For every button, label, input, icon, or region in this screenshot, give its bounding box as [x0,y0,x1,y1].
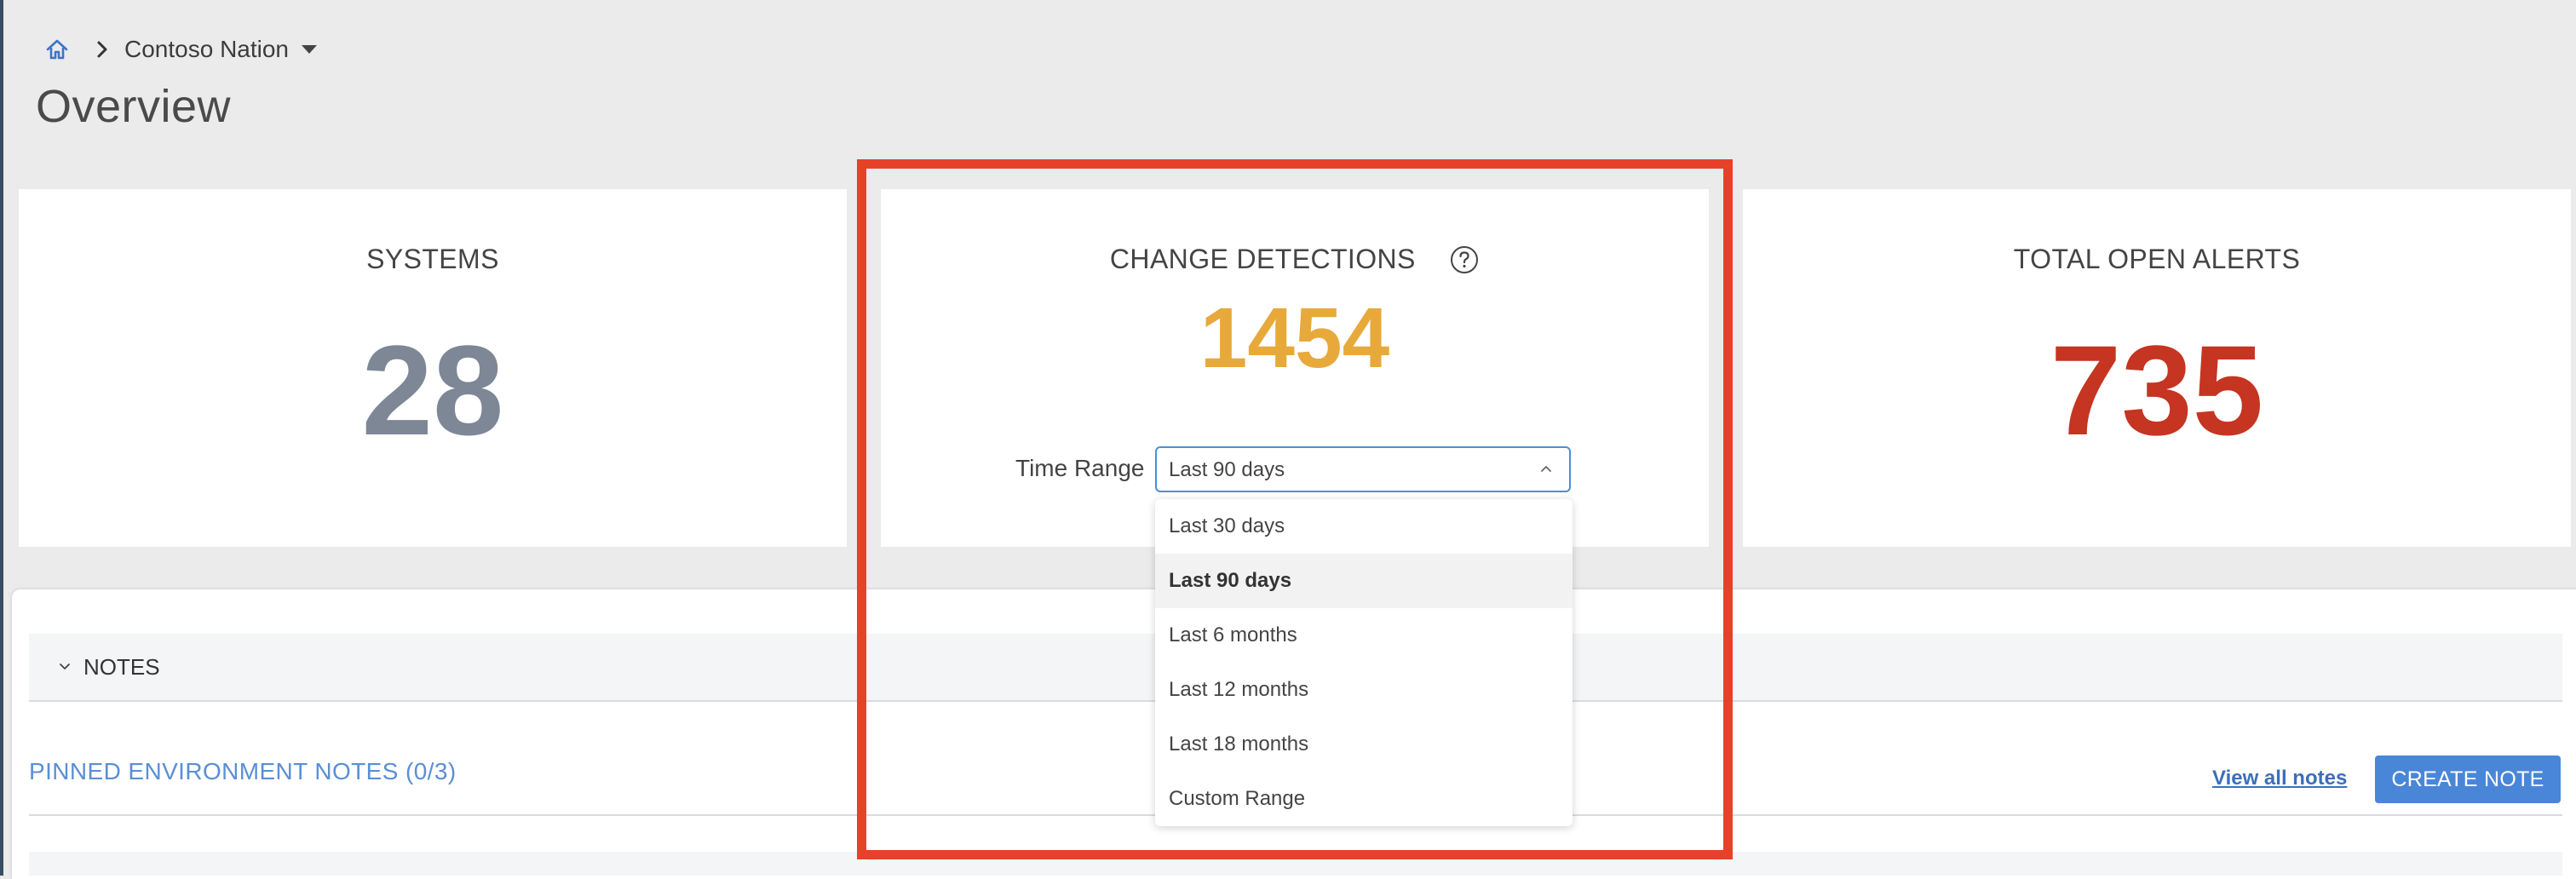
home-icon[interactable] [43,35,72,64]
alerts-count: 735 [2050,319,2264,462]
notes-label: NOTES [83,654,160,680]
breadcrumb-current[interactable]: Contoso Nation [124,36,289,63]
systems-title: SYSTEMS [366,244,499,275]
chevron-down-icon [58,661,72,673]
create-note-button[interactable]: CREATE NOTE [2375,755,2561,803]
systems-count: 28 [361,319,504,462]
page-title: Overview [36,81,232,132]
highlight-annotation [857,159,1733,859]
alerts-title: TOTAL OPEN ALERTS [2013,244,2301,275]
pinned-notes-title: PINNED ENVIRONMENT NOTES (0/3) [29,758,457,784]
breadcrumb: Contoso Nation [43,32,318,66]
chevron-right-icon [95,37,112,62]
view-all-notes-link[interactable]: View all notes [2212,767,2347,790]
alerts-card: TOTAL OPEN ALERTS 735 [1743,189,2571,547]
window-edge [0,0,3,876]
systems-card: SYSTEMS 28 [19,189,847,547]
caret-down-icon[interactable] [301,43,318,55]
